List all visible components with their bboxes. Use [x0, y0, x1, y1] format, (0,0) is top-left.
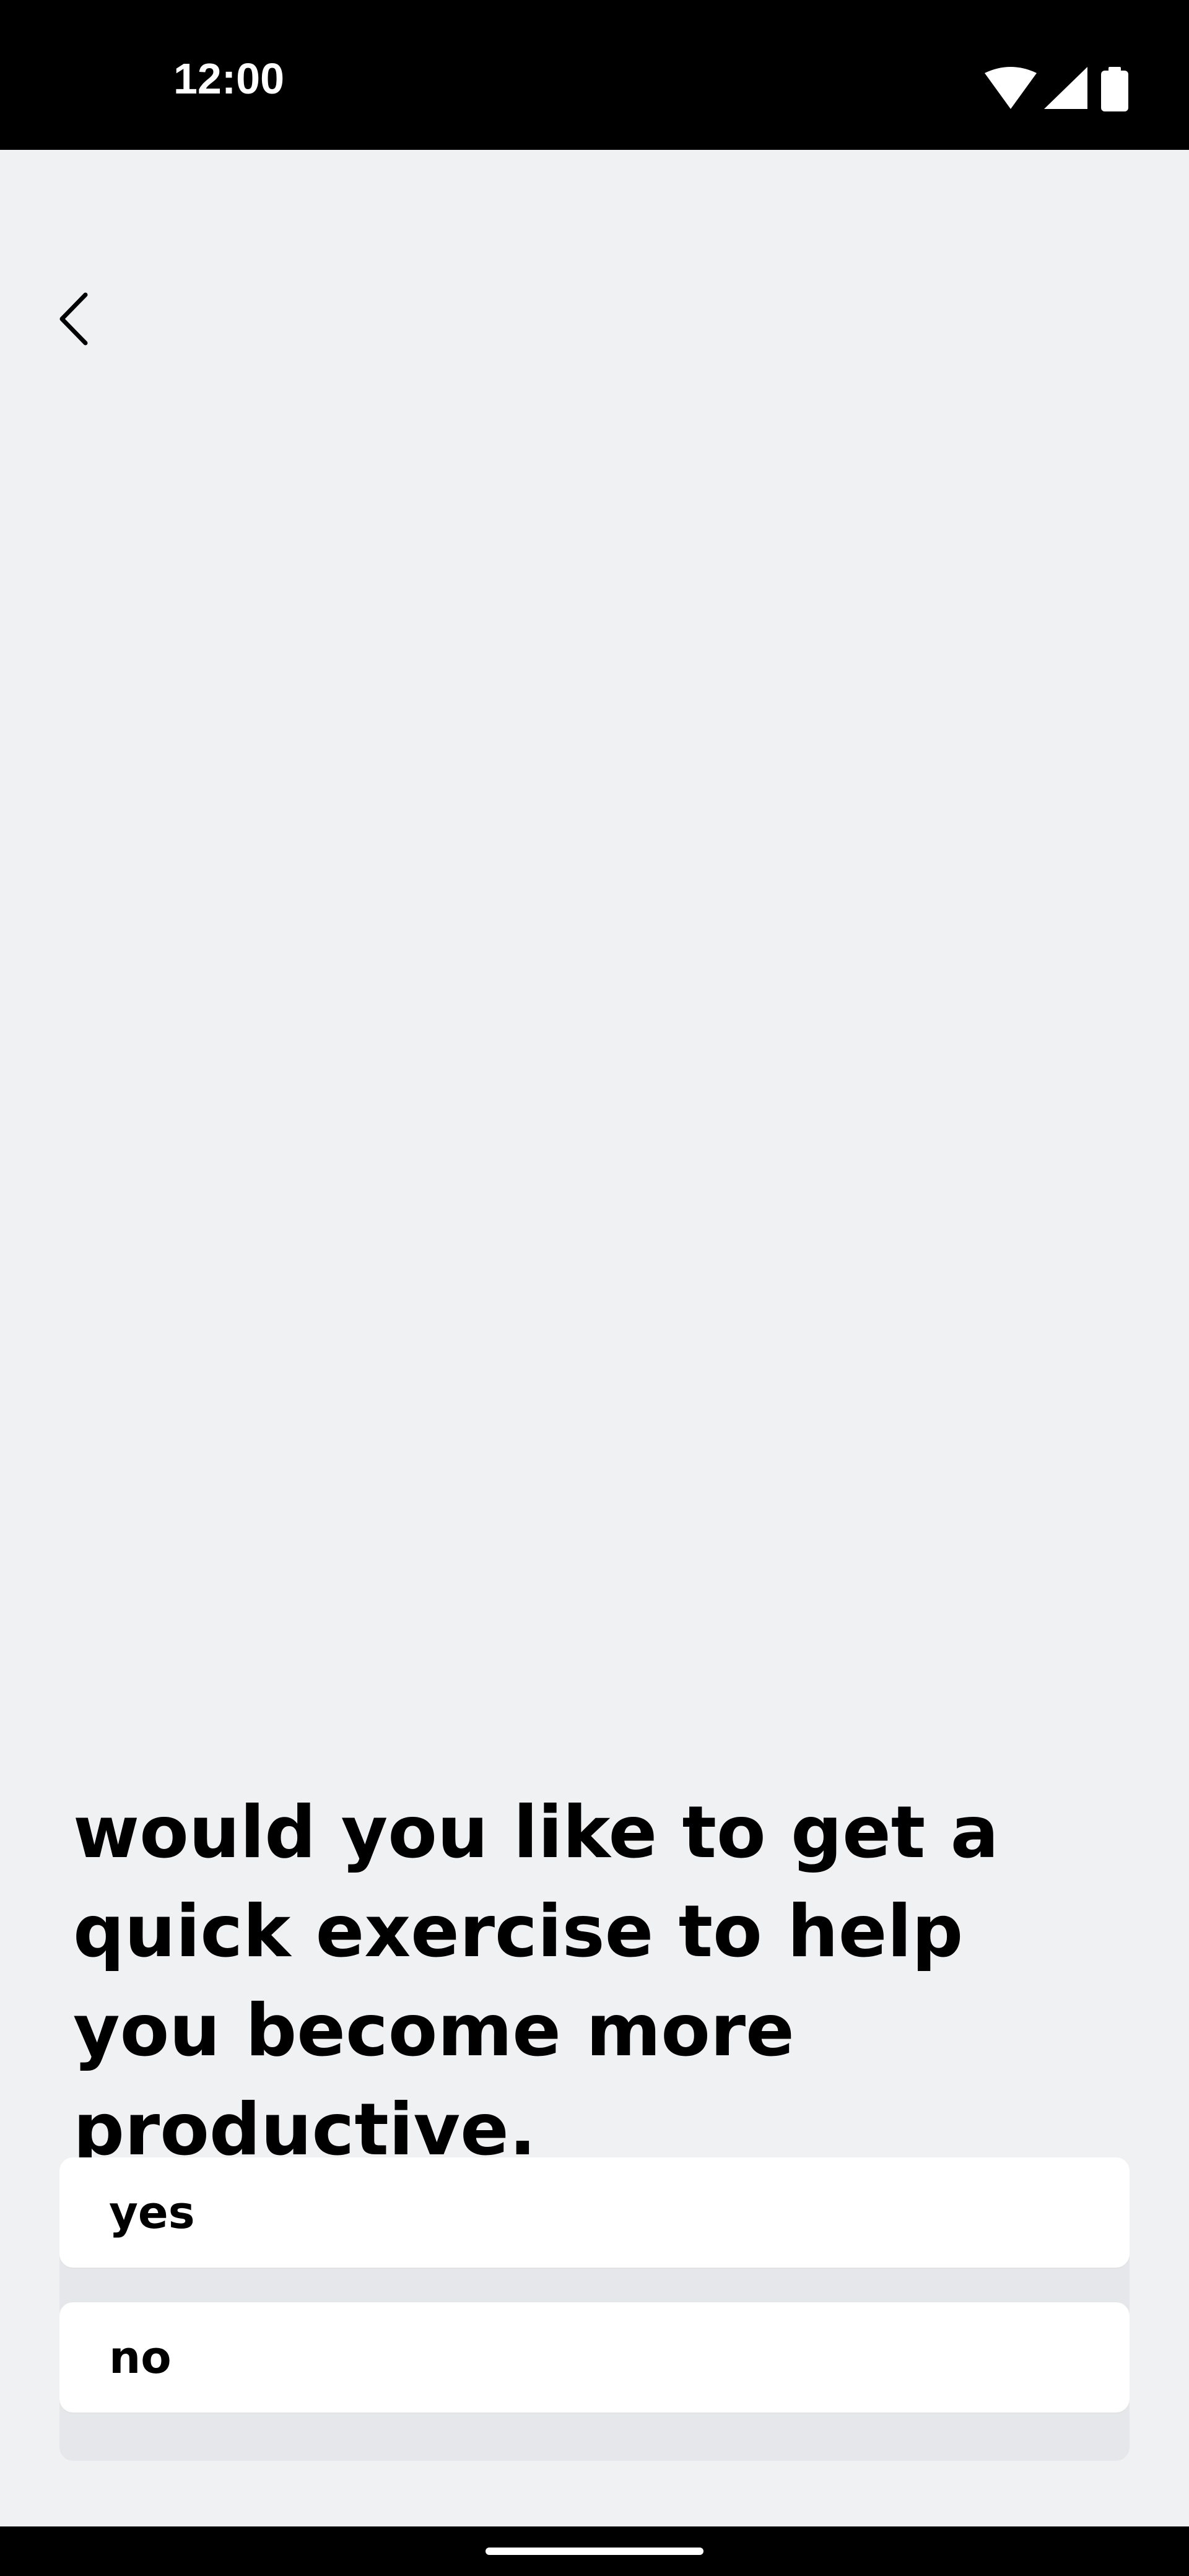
battery-icon — [1101, 67, 1128, 111]
signal-icon — [1044, 67, 1087, 109]
status-time: 12:00 — [173, 54, 285, 103]
wifi-icon — [985, 67, 1037, 109]
screen: 12:00 would you like to get a quick exer… — [0, 0, 1189, 2576]
option-label: no — [109, 2331, 172, 2383]
status-bar: 12:00 — [0, 0, 1189, 150]
question-text: would you like to get a quick exercise t… — [73, 1791, 999, 2172]
chevron-left-icon — [59, 292, 88, 346]
options-list: yes no — [59, 2157, 1130, 2461]
back-button[interactable] — [37, 282, 111, 356]
navigation-bar — [0, 2526, 1189, 2576]
home-indicator[interactable] — [486, 2548, 703, 2555]
option-yes-button[interactable]: yes — [59, 2157, 1130, 2268]
status-icons — [985, 67, 1133, 111]
option-no-button[interactable]: no — [59, 2302, 1130, 2413]
option-label: yes — [109, 2187, 195, 2239]
